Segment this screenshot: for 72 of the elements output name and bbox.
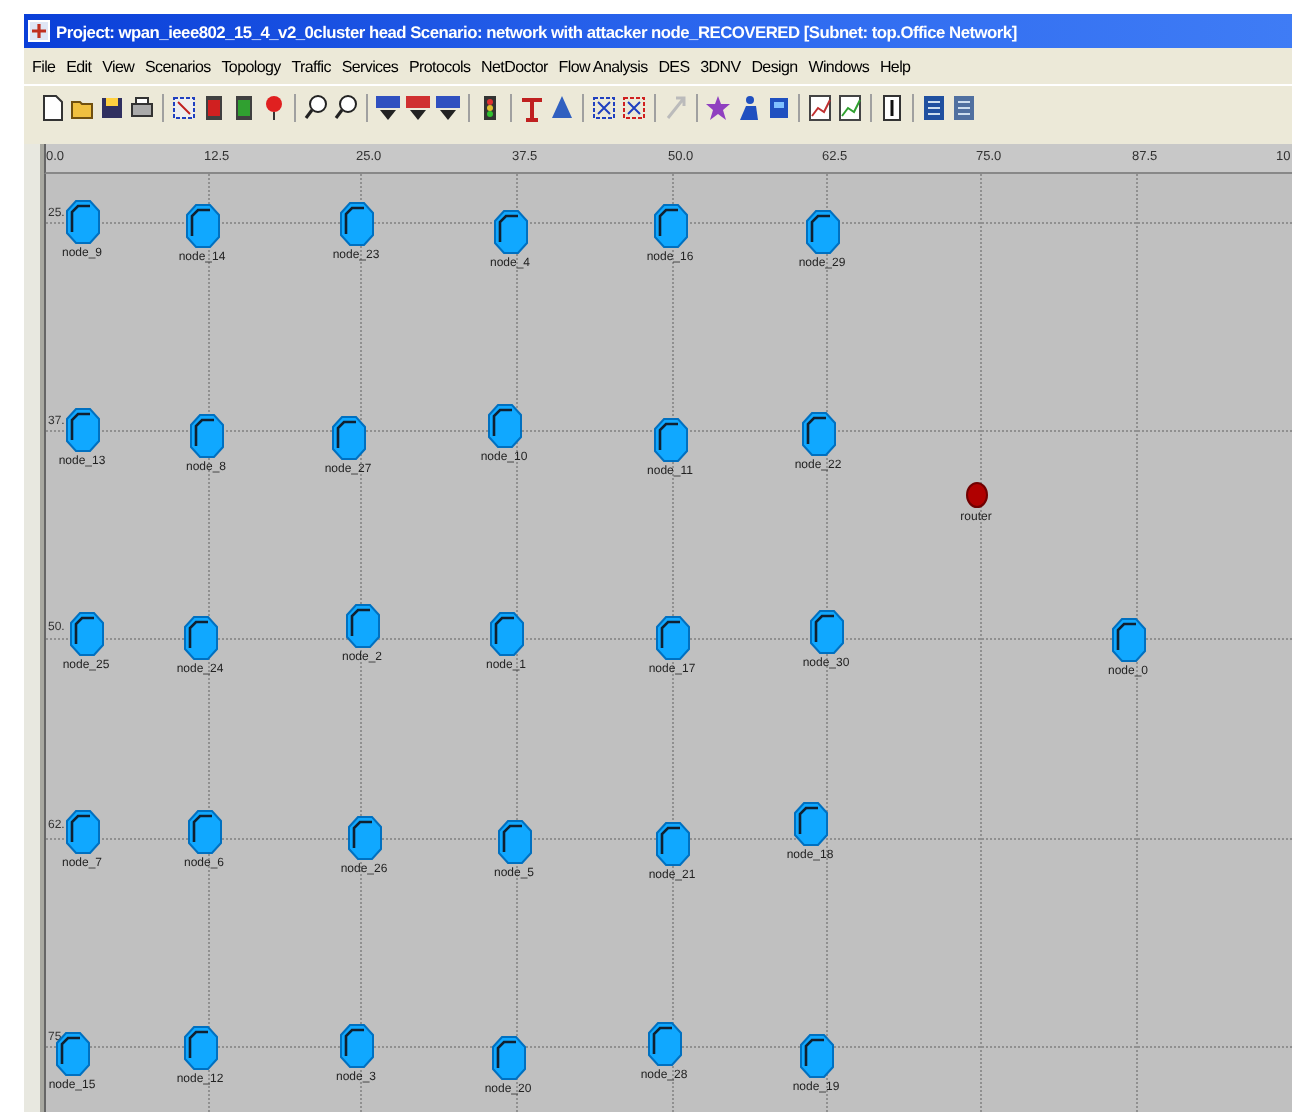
figure-icon[interactable] xyxy=(736,94,760,122)
node-icon[interactable] xyxy=(183,1026,217,1070)
zoom-in-icon[interactable] xyxy=(304,94,328,122)
node-icon[interactable] xyxy=(189,414,223,458)
grid-document-icon[interactable] xyxy=(952,94,976,122)
node-icon[interactable] xyxy=(493,210,527,254)
menu-item[interactable]: Scenarios xyxy=(144,57,211,75)
node-icon[interactable] xyxy=(65,408,99,452)
node-icon[interactable] xyxy=(487,404,521,448)
menu-item[interactable]: Traffic xyxy=(291,57,331,75)
node-icon[interactable] xyxy=(809,610,843,654)
node-icon[interactable] xyxy=(187,810,221,854)
node-icon[interactable] xyxy=(65,810,99,854)
menu-item[interactable]: View xyxy=(102,57,135,75)
dotted-square-icon[interactable] xyxy=(622,94,646,122)
node-icon[interactable] xyxy=(799,1034,833,1078)
node-icon[interactable] xyxy=(801,412,835,456)
triangle-icon[interactable] xyxy=(550,94,574,122)
book-icon[interactable] xyxy=(232,94,256,122)
star-icon[interactable] xyxy=(706,94,730,122)
traffic-light-icon[interactable] xyxy=(478,94,502,122)
flag-icon[interactable] xyxy=(406,94,430,122)
node-icon[interactable] xyxy=(653,204,687,248)
node-icon[interactable] xyxy=(339,202,373,246)
pin-icon[interactable] xyxy=(262,94,286,122)
app-icon xyxy=(28,20,50,42)
chart-icon[interactable] xyxy=(808,94,832,122)
grid-document-icon[interactable] xyxy=(922,94,946,122)
node-icon[interactable] xyxy=(185,204,219,248)
node-icon[interactable] xyxy=(805,210,839,254)
node-icon[interactable] xyxy=(331,416,365,460)
node-icon[interactable] xyxy=(655,822,689,866)
page-icon[interactable] xyxy=(880,94,904,122)
node-icon[interactable] xyxy=(65,200,99,244)
menu-item[interactable]: 3DNV xyxy=(700,57,741,75)
menu-item[interactable]: Topology xyxy=(221,57,281,75)
chart-icon[interactable] xyxy=(838,94,862,122)
menu-item[interactable]: DES xyxy=(658,57,690,75)
node-icon[interactable] xyxy=(655,616,689,660)
menu-item[interactable]: Design xyxy=(751,57,798,75)
node-icon[interactable] xyxy=(647,1022,681,1066)
print-icon[interactable] xyxy=(130,94,154,122)
node-icon[interactable] xyxy=(69,612,103,656)
node-icon[interactable] xyxy=(183,616,217,660)
node-icon[interactable] xyxy=(339,1024,373,1068)
node-icon[interactable] xyxy=(653,418,687,462)
node-icon[interactable] xyxy=(497,820,531,864)
menu-item[interactable]: Flow Analysis xyxy=(558,57,648,75)
save-icon[interactable] xyxy=(100,94,124,122)
menu-item[interactable]: Help xyxy=(879,57,911,75)
node-icon[interactable] xyxy=(345,604,379,648)
menu-item[interactable]: Services xyxy=(341,57,399,75)
window-title: Project: wpan_ieee802_15_4_v2_0cluster head Scenario: network with attacker node_RECOVERED [Subnet: top.Office Network] xyxy=(56,21,1017,41)
new-document-icon[interactable] xyxy=(40,94,64,122)
zoom-out-icon[interactable] xyxy=(334,94,358,122)
grid-icon[interactable] xyxy=(172,94,196,122)
menu-item[interactable]: File xyxy=(32,57,56,75)
node-icon[interactable] xyxy=(1111,618,1145,662)
node-icon[interactable] xyxy=(793,802,827,846)
menu-item[interactable]: Windows xyxy=(808,57,870,75)
menu-item[interactable]: NetDoctor xyxy=(481,57,548,75)
menu-item[interactable]: Protocols xyxy=(409,57,471,75)
node-icon[interactable] xyxy=(489,612,523,656)
menu-item[interactable]: Edit xyxy=(66,57,92,75)
node-icon[interactable] xyxy=(491,1036,525,1080)
flag-icon[interactable] xyxy=(436,94,460,122)
box-icon[interactable] xyxy=(766,94,790,122)
node-icon[interactable] xyxy=(347,816,381,860)
flag-icon[interactable] xyxy=(376,94,400,122)
book-icon[interactable] xyxy=(202,94,226,122)
router-icon[interactable] xyxy=(965,482,987,508)
dotted-square-icon[interactable] xyxy=(592,94,616,122)
